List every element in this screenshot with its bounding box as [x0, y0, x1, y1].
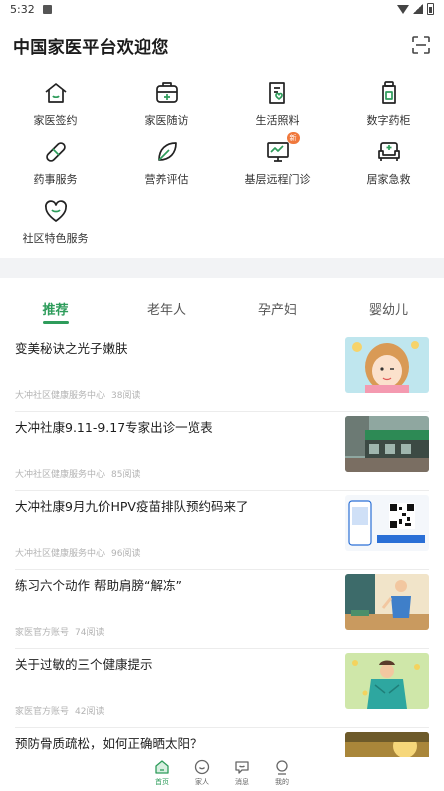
wifi-icon [397, 4, 409, 14]
service-family-doctor-followup[interactable]: 家医随访 [111, 76, 222, 135]
service-label: 数字药柜 [366, 114, 411, 127]
article-item[interactable]: 变美秘诀之光子嫩肤 大冲社区健康服务中心 38阅读 [15, 333, 429, 412]
service-home-first-aid[interactable]: 居家急救 [333, 135, 444, 194]
profile-icon [276, 760, 288, 775]
page-title: 中国家医平台欢迎您 [13, 37, 169, 58]
article-source: 大冲社区健康服务中心 [15, 391, 106, 401]
family-icon [194, 759, 210, 775]
service-label: 药事服务 [33, 173, 78, 186]
care-doc-icon [265, 80, 291, 106]
service-label: 生活照料 [255, 114, 300, 127]
article-title: 关于过敏的三个健康提示 [15, 657, 153, 672]
tab-elderly[interactable]: 老年人 [111, 292, 222, 326]
service-digital-medicine-cabinet[interactable]: 数字药柜 [333, 76, 444, 135]
medicine-bottle-icon [376, 80, 402, 106]
article-title: 预防骨质疏松，如何正确晒太阳？ [15, 736, 203, 751]
nav-profile[interactable]: 我的 [271, 759, 293, 791]
article-meta: 家医官方账号 42阅读 [15, 704, 104, 717]
services-grid: 家医签约 家医随访 生活照料 数字药柜 药事服务 营养评估 新 基层远程门诊 居… [0, 72, 444, 253]
service-remote-clinic[interactable]: 新 基层远程门诊 [222, 132, 333, 194]
article-source: 大冲社区健康服务中心 [15, 549, 106, 559]
status-time: 5:32 [10, 2, 35, 16]
article-meta: 家医官方账号 74阅读 [15, 625, 104, 638]
service-label: 营养评估 [144, 173, 189, 186]
article-source: 大冲社区健康服务中心 [15, 470, 106, 480]
nav-label: 消息 [235, 778, 249, 786]
house-icon [43, 80, 69, 106]
monitor-icon: 新 [265, 132, 300, 165]
status-bar: 5:32 [0, 0, 444, 18]
article-item[interactable]: 大冲社康9月九价HPV疫苗排队预约码来了 大冲社区健康服务中心 96阅读 [15, 491, 429, 570]
article-meta: 大冲社区健康服务中心 85阅读 [15, 467, 140, 480]
cartoon-face-thumbnail [345, 337, 429, 393]
notification-icon [42, 4, 52, 14]
service-family-doctor-signing[interactable]: 家医签约 [0, 76, 111, 135]
nav-label: 首页 [155, 778, 169, 786]
service-label: 居家急救 [366, 173, 411, 186]
nav-messages[interactable]: 消息 [231, 759, 253, 791]
article-stat: 96阅读 [111, 549, 141, 559]
service-nutrition-assessment[interactable]: 营养评估 [111, 135, 222, 194]
signal-icon [413, 4, 423, 14]
medkit-icon [154, 80, 180, 106]
service-label: 基层远程门诊 [244, 173, 311, 186]
sofa-cross-icon [376, 139, 402, 165]
qr-code-thumbnail [345, 495, 429, 551]
nav-label: 我的 [275, 778, 289, 786]
article-source: 家医官方账号 [15, 707, 70, 717]
article-meta: 大冲社区健康服务中心 38阅读 [15, 388, 140, 401]
article-meta: 大冲社区健康服务中心 96阅读 [15, 546, 140, 559]
category-tabs: 推荐 老年人 孕产妇 婴幼儿 [0, 292, 444, 326]
article-item[interactable]: 大冲社康9.11-9.17专家出诊一览表 大冲社区健康服务中心 85阅读 [15, 412, 429, 491]
section-divider [0, 258, 444, 278]
allergy-blanket-thumbnail [345, 653, 429, 709]
article-stat: 85阅读 [111, 470, 141, 480]
tab-pregnant[interactable]: 孕产妇 [222, 292, 333, 326]
article-stat: 38阅读 [111, 391, 141, 401]
tab-infant[interactable]: 婴幼儿 [333, 292, 444, 326]
article-source: 家医官方账号 [15, 628, 70, 638]
service-community-special[interactable]: 社区特色服务 [0, 194, 111, 253]
new-badge: 新 [286, 132, 300, 144]
article-title: 大冲社康9.11-9.17专家出诊一览表 [15, 420, 213, 435]
article-stat: 74阅读 [75, 628, 105, 638]
article-feed: 变美秘诀之光子嫩肤 大冲社区健康服务中心 38阅读 大冲社康9.11-9.17专家… [0, 333, 444, 791]
pill-icon [43, 139, 69, 165]
article-title: 大冲社康9月九价HPV疫苗排队预约码来了 [15, 499, 249, 514]
service-label: 家医随访 [144, 114, 189, 127]
service-label: 社区特色服务 [22, 232, 89, 245]
article-stat: 42阅读 [75, 707, 105, 717]
nav-label: 家人 [195, 778, 209, 786]
service-pharmacy[interactable]: 药事服务 [0, 135, 111, 194]
clinic-storefront-thumbnail [345, 416, 429, 472]
battery-icon [427, 3, 434, 15]
bottom-navigation: 首页 家人 消息 我的 [0, 757, 444, 791]
message-icon [235, 761, 249, 774]
leaf-icon [154, 139, 180, 165]
service-label: 家医签约 [33, 114, 78, 127]
scan-icon[interactable] [412, 36, 430, 54]
app-header: 中国家医平台欢迎您 [0, 18, 444, 72]
shoulder-exercise-thumbnail [345, 574, 429, 630]
article-item[interactable]: 关于过敏的三个健康提示 家医官方账号 42阅读 [15, 649, 429, 728]
home-icon [155, 760, 169, 774]
tab-recommended[interactable]: 推荐 [0, 292, 111, 326]
nav-home[interactable]: 首页 [151, 759, 173, 791]
nav-family[interactable]: 家人 [191, 759, 213, 791]
service-life-care[interactable]: 生活照料 [222, 76, 333, 135]
heart-shield-icon [43, 198, 69, 224]
article-title: 变美秘诀之光子嫩肤 [15, 341, 128, 356]
article-item[interactable]: 练习六个动作 帮助肩膀“解冻” 家医官方账号 74阅读 [15, 570, 429, 649]
article-title: 练习六个动作 帮助肩膀“解冻” [15, 578, 182, 593]
